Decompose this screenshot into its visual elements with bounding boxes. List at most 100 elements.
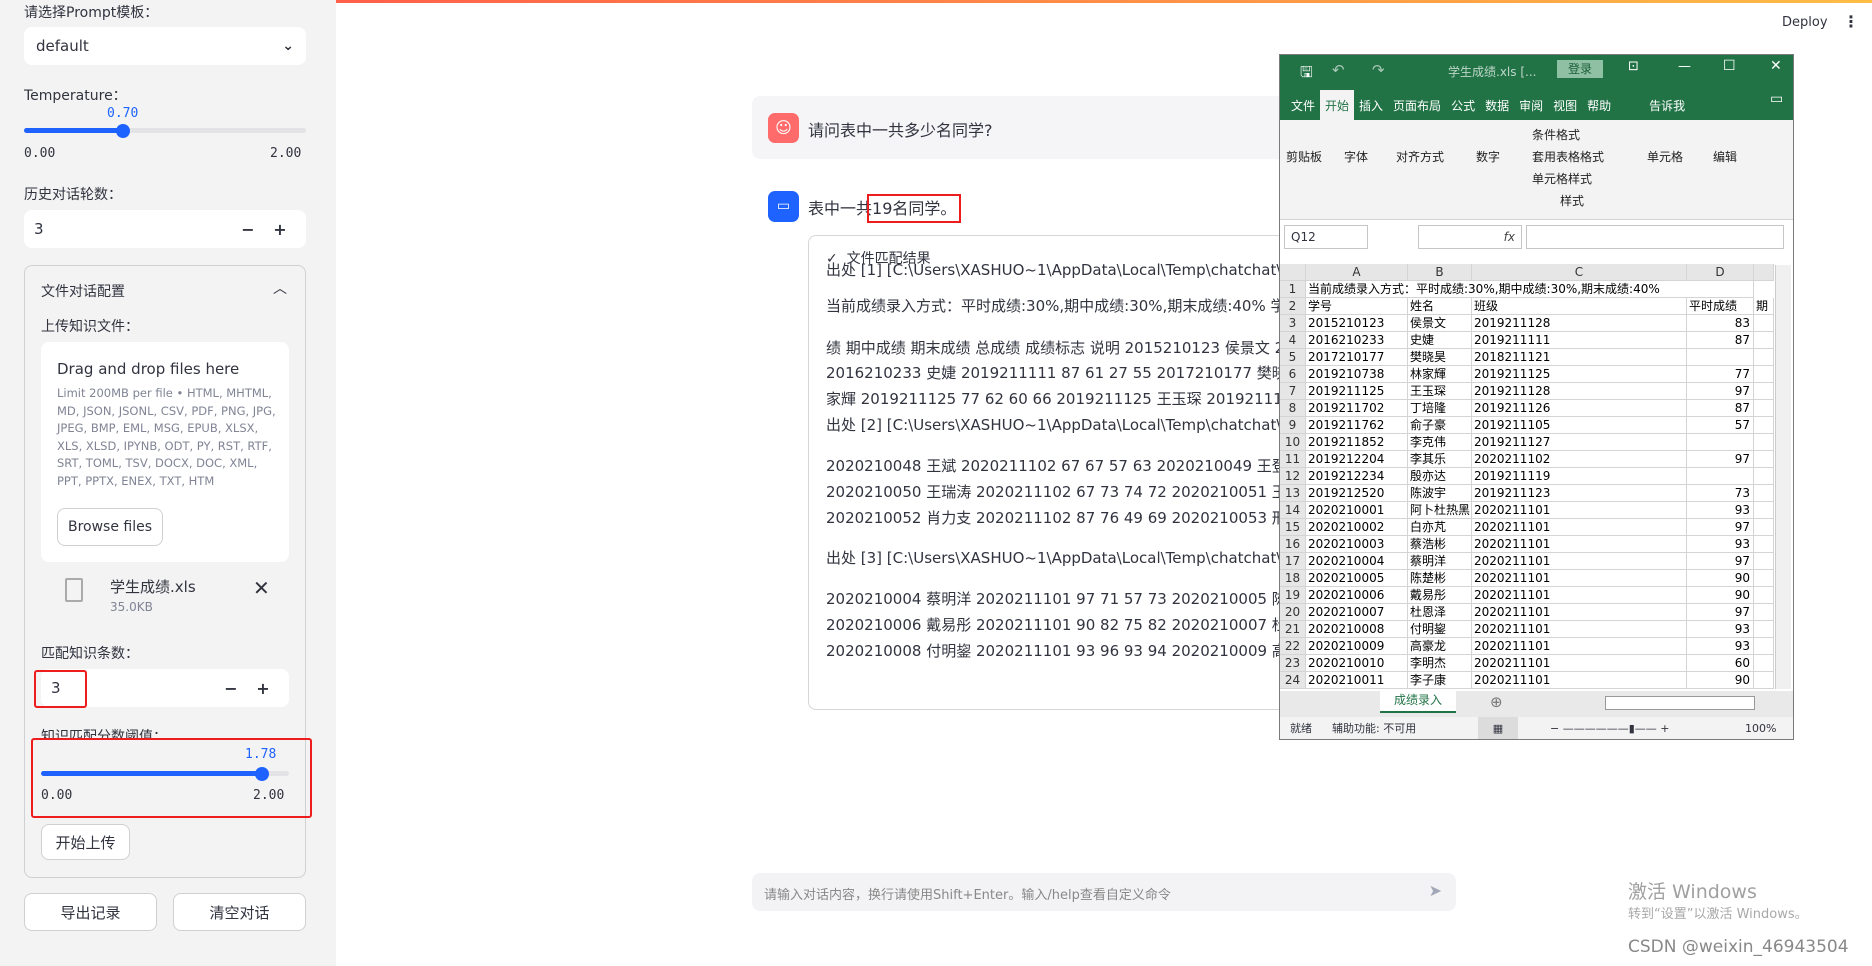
increment-button[interactable]: + (264, 220, 296, 239)
cell[interactable]: 2019212234 (1306, 468, 1408, 485)
cell[interactable]: 2020210006 (1306, 587, 1408, 604)
slider-handle[interactable] (115, 124, 130, 138)
remove-file-icon[interactable]: ✕ (253, 576, 270, 600)
cell[interactable]: 2019211127 (1472, 434, 1687, 451)
cell[interactable]: 樊晓昊 (1408, 349, 1472, 366)
cell[interactable]: 97 (1687, 383, 1754, 400)
cell[interactable] (1754, 485, 1774, 502)
row-header[interactable]: 19 (1280, 587, 1306, 604)
cell[interactable]: 2017210177 (1306, 349, 1408, 366)
cell[interactable]: 90 (1687, 570, 1754, 587)
cell[interactable]: 陈楚彬 (1408, 570, 1472, 587)
column-header[interactable]: B (1408, 264, 1472, 281)
cell[interactable]: 2019211762 (1306, 417, 1408, 434)
chat-input[interactable]: 请输入对话内容，换行请使用Shift+Enter。输入/help查看自定义命令 … (752, 873, 1456, 911)
cell[interactable]: 2020211101 (1472, 587, 1687, 604)
row-header[interactable]: 23 (1280, 655, 1306, 672)
history-input[interactable]: 3 − + (24, 210, 306, 248)
cell[interactable]: 97 (1687, 604, 1754, 621)
cell-style-button[interactable]: 单元格样式 (1532, 170, 1592, 187)
conditional-format-button[interactable]: 条件格式 (1532, 126, 1580, 143)
cell[interactable]: 侯景文 (1408, 315, 1472, 332)
fx-button[interactable]: fx (1418, 225, 1522, 249)
cell[interactable]: 97 (1687, 519, 1754, 536)
prompt-select[interactable]: default ⌄ (24, 27, 306, 65)
cell[interactable]: 2020211102 (1472, 451, 1687, 468)
vertical-scrollbar[interactable] (1775, 265, 1791, 689)
cell[interactable] (1687, 434, 1754, 451)
cell[interactable]: 2018211121 (1472, 349, 1687, 366)
row-header[interactable]: 6 (1280, 366, 1306, 383)
row-header[interactable]: 17 (1280, 553, 1306, 570)
decrement-button[interactable]: − (215, 679, 247, 698)
cell[interactable]: 2020211101 (1472, 621, 1687, 638)
row-header[interactable]: 24 (1280, 672, 1306, 689)
cell[interactable] (1754, 570, 1774, 587)
cell[interactable] (1754, 604, 1774, 621)
cell[interactable]: 付明鋆 (1408, 621, 1472, 638)
row-header[interactable]: 12 (1280, 468, 1306, 485)
align-group[interactable]: 对齐方式 (1390, 148, 1450, 165)
cell[interactable]: 2019212520 (1306, 485, 1408, 502)
cell[interactable]: 李克伟 (1408, 434, 1472, 451)
ribbon-tab[interactable]: 数据 (1480, 90, 1514, 120)
cell[interactable]: 57 (1687, 417, 1754, 434)
login-button[interactable]: 登录 (1557, 60, 1603, 78)
cell[interactable]: 2020210001 (1306, 502, 1408, 519)
cell[interactable]: 87 (1687, 332, 1754, 349)
cell[interactable]: 2020210008 (1306, 621, 1408, 638)
cell[interactable]: 杜恩泽 (1408, 604, 1472, 621)
minimize-icon[interactable]: — (1678, 59, 1691, 74)
row-header[interactable]: 2 (1280, 298, 1306, 315)
cell[interactable]: 2020211101 (1472, 502, 1687, 519)
export-button[interactable]: 导出记录 (24, 893, 157, 931)
ribbon-tab[interactable]: 视图 (1548, 90, 1582, 120)
cell[interactable] (1754, 536, 1774, 553)
ribbon-tab[interactable]: 插入 (1354, 90, 1388, 120)
cell[interactable]: 2019211702 (1306, 400, 1408, 417)
cell[interactable]: 2019210738 (1306, 366, 1408, 383)
cell[interactable]: 60 (1687, 655, 1754, 672)
cell[interactable]: 李其乐 (1408, 451, 1472, 468)
cell[interactable]: 李明杰 (1408, 655, 1472, 672)
clear-chat-button[interactable]: 清空对话 (173, 893, 306, 931)
cell[interactable] (1754, 434, 1774, 451)
cell[interactable]: 蔡明洋 (1408, 553, 1472, 570)
cell[interactable] (1687, 349, 1754, 366)
cell[interactable]: 97 (1687, 451, 1754, 468)
ribbon-tab[interactable]: 帮助 (1582, 90, 1616, 120)
cell[interactable]: 2016210233 (1306, 332, 1408, 349)
row-header[interactable]: 3 (1280, 315, 1306, 332)
row-header[interactable]: 15 (1280, 519, 1306, 536)
kebab-icon[interactable]: ⋮ (1843, 12, 1859, 31)
cell[interactable]: 83 (1687, 315, 1754, 332)
cell[interactable]: 2020210009 (1306, 638, 1408, 655)
maximize-icon[interactable]: ☐ (1723, 58, 1736, 74)
save-icon[interactable]: 🖫 (1300, 62, 1313, 87)
cell[interactable]: 王玉琛 (1408, 383, 1472, 400)
cell[interactable]: 2020210011 (1306, 672, 1408, 689)
add-sheet-icon[interactable]: ⊕ (1490, 693, 1503, 711)
cell[interactable]: 2019211119 (1472, 468, 1687, 485)
number-group[interactable]: 数字 (1468, 148, 1508, 165)
cell[interactable] (1687, 468, 1754, 485)
cell[interactable] (1754, 400, 1774, 417)
cell[interactable]: 班级 (1472, 298, 1687, 315)
cell[interactable] (1754, 519, 1774, 536)
cell[interactable] (1754, 383, 1774, 400)
accessibility-status[interactable]: 辅助功能: 不可用 (1332, 717, 1416, 739)
column-header[interactable]: A (1306, 264, 1408, 281)
cell[interactable]: 93 (1687, 502, 1754, 519)
cell[interactable]: 期 (1754, 298, 1774, 315)
cell[interactable]: 90 (1687, 672, 1754, 689)
cell[interactable]: 2020210003 (1306, 536, 1408, 553)
cell[interactable]: 2020210004 (1306, 553, 1408, 570)
cell[interactable]: 戴易彤 (1408, 587, 1472, 604)
cell[interactable]: 2019211126 (1472, 400, 1687, 417)
close-icon[interactable]: ✕ (1770, 58, 1782, 74)
cell[interactable]: 2019211123 (1472, 485, 1687, 502)
cell[interactable]: 阿卜杜热黑 (1408, 502, 1472, 519)
row-header[interactable]: 16 (1280, 536, 1306, 553)
cell[interactable]: 2015210123 (1306, 315, 1408, 332)
cell[interactable]: 俞子豪 (1408, 417, 1472, 434)
